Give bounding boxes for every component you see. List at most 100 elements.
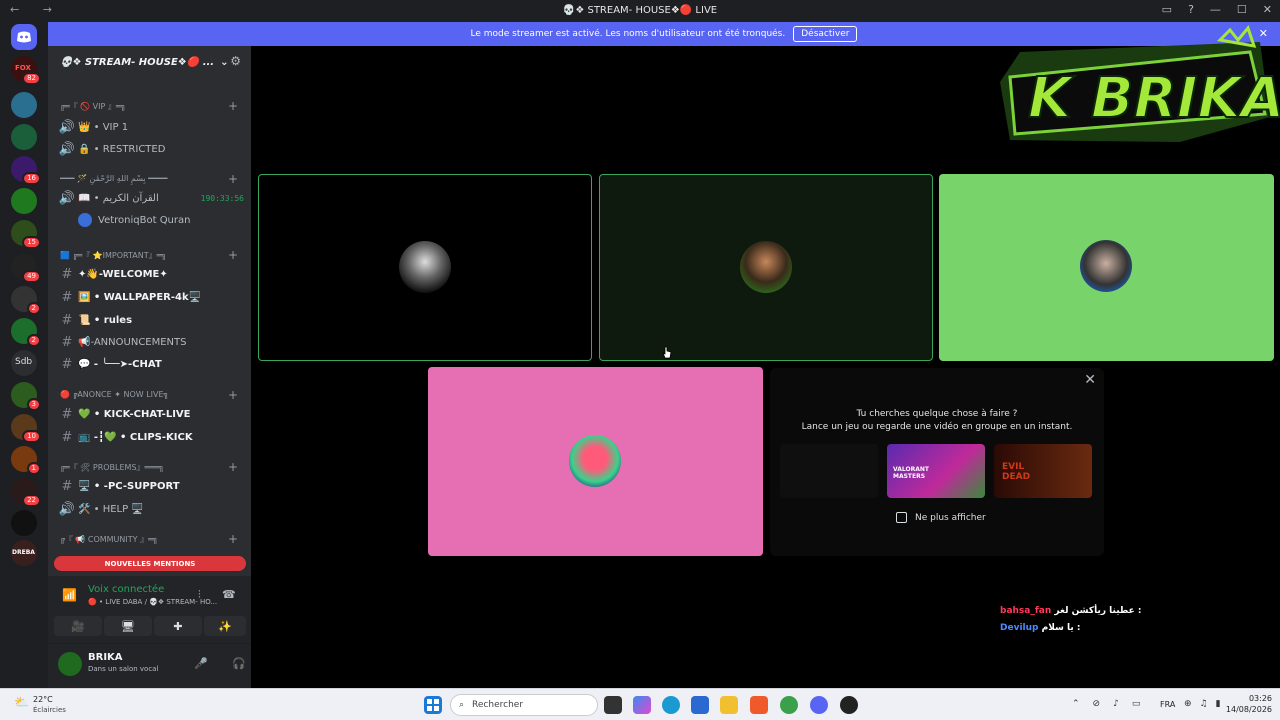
inbox-icon[interactable]: ▭ (1162, 3, 1172, 16)
disconnect-icon[interactable]: ☎ (222, 588, 236, 601)
soundboard-button[interactable]: ✨ (204, 616, 246, 636)
text-channel[interactable]: # ✦👋-WELCOME✦ (56, 264, 248, 284)
help-icon[interactable]: ? (1188, 3, 1194, 16)
weather-icon[interactable]: ⛅ (14, 695, 29, 709)
text-channel[interactable]: # 📺 -┇💚 • CLIPS-KICK (56, 427, 248, 447)
server-icon[interactable] (11, 92, 37, 118)
server-icon-sdb[interactable]: Sdb (11, 350, 37, 376)
server-icon[interactable]: 2 (11, 286, 41, 315)
add-channel-icon[interactable]: + (228, 462, 238, 474)
screen-share-button[interactable]: 🖥 (104, 616, 152, 636)
text-channel[interactable]: # 📢-ANNOUNCEMENTS (56, 332, 248, 352)
clock[interactable]: 03:26 14/08/2026 (1226, 693, 1272, 715)
server-icon[interactable]: 15 (11, 220, 41, 249)
server-icon[interactable] (11, 188, 37, 214)
signal-icon[interactable]: 📶 (62, 588, 77, 602)
category-quran[interactable]: ━━━ 🪄 بِسْمِ اللَّهِ الرَّحْمَٰنِ ━━━━ + (60, 174, 250, 188)
activity-card-evil-dead[interactable]: EVIL DEAD (994, 444, 1092, 498)
network-volume-icons[interactable]: ⊕♫▮ (1184, 699, 1229, 709)
checkbox[interactable] (896, 512, 907, 523)
discord-taskbar-icon[interactable] (810, 696, 828, 714)
category-community[interactable]: ╔『 📢 COMMUNITY 』═╗ + (60, 534, 250, 548)
invite-icon[interactable]: ⚙ (230, 54, 241, 68)
window-controls: ▭ ? — ☐ ✕ (1162, 3, 1272, 16)
add-channel-icon[interactable]: + (228, 250, 238, 262)
close-icon[interactable]: ✕ (1084, 372, 1096, 388)
chrome-icon[interactable] (780, 696, 798, 714)
taskbar-search[interactable]: ⌕ Rechercher (450, 694, 598, 716)
voice-channel[interactable]: 🔊 🔒 • RESTRICTED (56, 139, 248, 159)
banner-text: Le mode streamer est activé. Les noms d'… (470, 29, 786, 39)
add-channel-icon[interactable]: + (228, 174, 238, 186)
category-vip[interactable]: ╔═『 🚫 VIP 』═╗ + (60, 101, 250, 115)
suggestion-title: Tu cherches quelque chose à faire ? (856, 409, 1018, 419)
server-icon-dreba[interactable]: DREBA (11, 540, 37, 566)
activity-card[interactable] (780, 444, 878, 498)
channel-sidebar: 💀❖ STREAM- HOUSE❖🔴 ... ⌄ ⚙ ╔═『 🚫 VIP 』═╗… (48, 46, 278, 688)
voice-channel-quran[interactable]: 🔊 📖 • القرآن الكريم 190:33:56 (56, 188, 248, 208)
server-icon[interactable]: 1 (11, 446, 41, 475)
avatar[interactable] (58, 652, 82, 676)
server-icon[interactable]: 3 (11, 382, 41, 411)
discord-home-icon[interactable] (11, 24, 37, 50)
participant-tile[interactable] (599, 174, 933, 361)
voice-member[interactable]: VetroniqBot Quran (78, 210, 270, 230)
participant-tile[interactable] (428, 367, 763, 556)
server-name: 💀❖ STREAM- HOUSE❖🔴 ... (60, 56, 215, 68)
copilot-icon[interactable] (633, 696, 651, 714)
category-important[interactable]: 🟦 ╔═『 ⭐IMPORTANT』═╗ + (60, 250, 250, 264)
username[interactable]: BRIKA (88, 652, 123, 663)
text-channel[interactable]: # 💬 - ╰──➤-CHAT (56, 354, 248, 374)
noise-suppression-icon[interactable]: ⫶ (198, 588, 201, 602)
server-icon[interactable] (11, 510, 37, 536)
server-icon[interactable] (11, 124, 37, 150)
text-channel[interactable]: # 🖥️ • -PC-SUPPORT (56, 476, 248, 496)
participant-tile[interactable] (258, 174, 592, 361)
file-explorer-icon[interactable] (720, 696, 738, 714)
voice-status[interactable]: Voix connectée (88, 584, 164, 595)
category-live[interactable]: 🔴 ╔ANONCE ✦ NOW LIVE╗ + (60, 390, 250, 404)
brikao-logo: K BRIKAO (980, 22, 1280, 150)
store-icon[interactable] (691, 696, 709, 714)
close-button[interactable]: ✕ (1263, 3, 1272, 16)
server-icon[interactable]: 16 (11, 156, 41, 185)
edge-icon[interactable] (662, 696, 680, 714)
server-header[interactable]: 💀❖ STREAM- HOUSE❖🔴 ... ⌄ ⚙ (48, 46, 251, 78)
task-view-icon[interactable] (604, 696, 622, 714)
tray-icons[interactable]: ⌃⊘♪▭ (1072, 699, 1153, 709)
minimize-button[interactable]: — (1210, 3, 1221, 16)
server-icon[interactable]: 10 (11, 414, 41, 443)
category-problems[interactable]: ╔═『 🛠 PROBLEMS』═══╗ + (60, 462, 250, 476)
text-channel[interactable]: # 💚 • KICK-CHAT-LIVE (56, 404, 248, 424)
new-mentions-button[interactable]: NOUVELLES MENTIONS (54, 556, 246, 571)
maximize-button[interactable]: ☐ (1237, 3, 1247, 16)
weather-status[interactable]: Éclaircies (33, 706, 66, 714)
add-channel-icon[interactable]: + (228, 390, 238, 402)
chevron-down-icon[interactable]: ⌄ (220, 57, 228, 68)
brave-icon[interactable] (750, 696, 768, 714)
user-status: Dans un salon vocal (88, 665, 159, 673)
text-channel[interactable]: # 📜 • rules (56, 310, 248, 330)
suggestion-subtitle: Lance un jeu ou regarde une vidéo en gro… (801, 422, 1073, 432)
language-indicator[interactable]: FRA (1160, 700, 1175, 709)
server-icon-fox[interactable]: FOX 82 (11, 56, 41, 85)
add-channel-icon[interactable]: + (228, 534, 238, 546)
disable-streamer-button[interactable]: Désactiver (793, 26, 858, 42)
server-icon[interactable]: 49 (11, 254, 41, 283)
microphone-icon[interactable]: 🎤 (194, 657, 208, 670)
participant-tile[interactable] (939, 174, 1274, 361)
voice-channel[interactable]: 🔊 👑 • VIP 1 (56, 117, 248, 137)
dont-show-again-checkbox[interactable]: Ne plus afficher (896, 512, 986, 523)
start-button[interactable] (424, 696, 442, 714)
server-icon[interactable]: 2 (11, 318, 41, 347)
camera-button[interactable]: 🎥 (54, 616, 102, 636)
headset-icon[interactable]: 🎧 (232, 657, 246, 670)
activities-button[interactable]: ✚ (154, 616, 202, 636)
activity-card-valorant[interactable]: VALORANT MASTERS (887, 444, 985, 498)
server-icon[interactable]: 22 (11, 478, 41, 507)
add-channel-icon[interactable]: + (228, 101, 238, 113)
voice-channel[interactable]: 🔊 🛠️ • HELP 🖥️ (56, 499, 248, 519)
app-icon[interactable] (840, 696, 858, 714)
temperature[interactable]: 22°C (33, 695, 53, 704)
text-channel[interactable]: # 🖼️ • WALLPAPER-4k🖥️ (56, 287, 248, 307)
